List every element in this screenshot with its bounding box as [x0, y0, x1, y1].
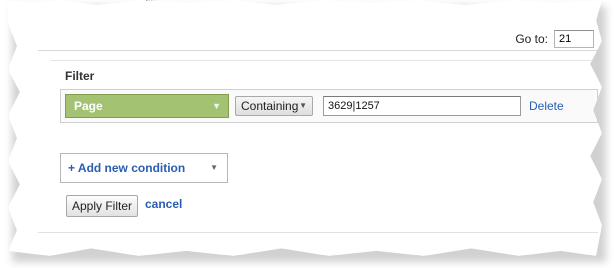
cropped-link — [146, 0, 206, 4]
dimension-select[interactable]: Page ▼ — [65, 94, 229, 118]
dimension-select-label: Page — [74, 99, 103, 113]
goto-page-input[interactable] — [554, 30, 594, 48]
cancel-link[interactable]: cancel — [145, 197, 182, 211]
filter-title: Filter — [65, 69, 95, 83]
goto-control: Go to: — [515, 28, 594, 50]
filter-condition-row: Page ▼ Containing ▼ Delete — [60, 89, 598, 123]
table-footer-bar: Go to: — [38, 0, 598, 51]
match-type-select[interactable]: Containing ▼ — [235, 96, 313, 116]
add-condition-label: + Add new condition — [68, 161, 186, 175]
chevron-down-icon: ▼ — [212, 101, 221, 111]
chevron-down-icon: ▼ — [299, 101, 307, 110]
add-condition-button[interactable]: + Add new condition ▼ — [60, 153, 228, 183]
filter-panel: Filter Page ▼ Containing ▼ Delete + Add … — [50, 60, 598, 233]
filter-value-input[interactable] — [323, 96, 521, 116]
chevron-down-icon: ▼ — [210, 163, 218, 172]
match-type-label: Containing — [241, 99, 299, 113]
torn-paper-frame: Go to: Filter Page ▼ Containing ▼ Delete… — [8, 0, 602, 256]
apply-filter-button[interactable]: Apply Filter — [66, 195, 138, 217]
delete-condition-link[interactable]: Delete — [529, 99, 564, 113]
goto-label: Go to: — [515, 32, 548, 46]
divider — [38, 232, 598, 233]
